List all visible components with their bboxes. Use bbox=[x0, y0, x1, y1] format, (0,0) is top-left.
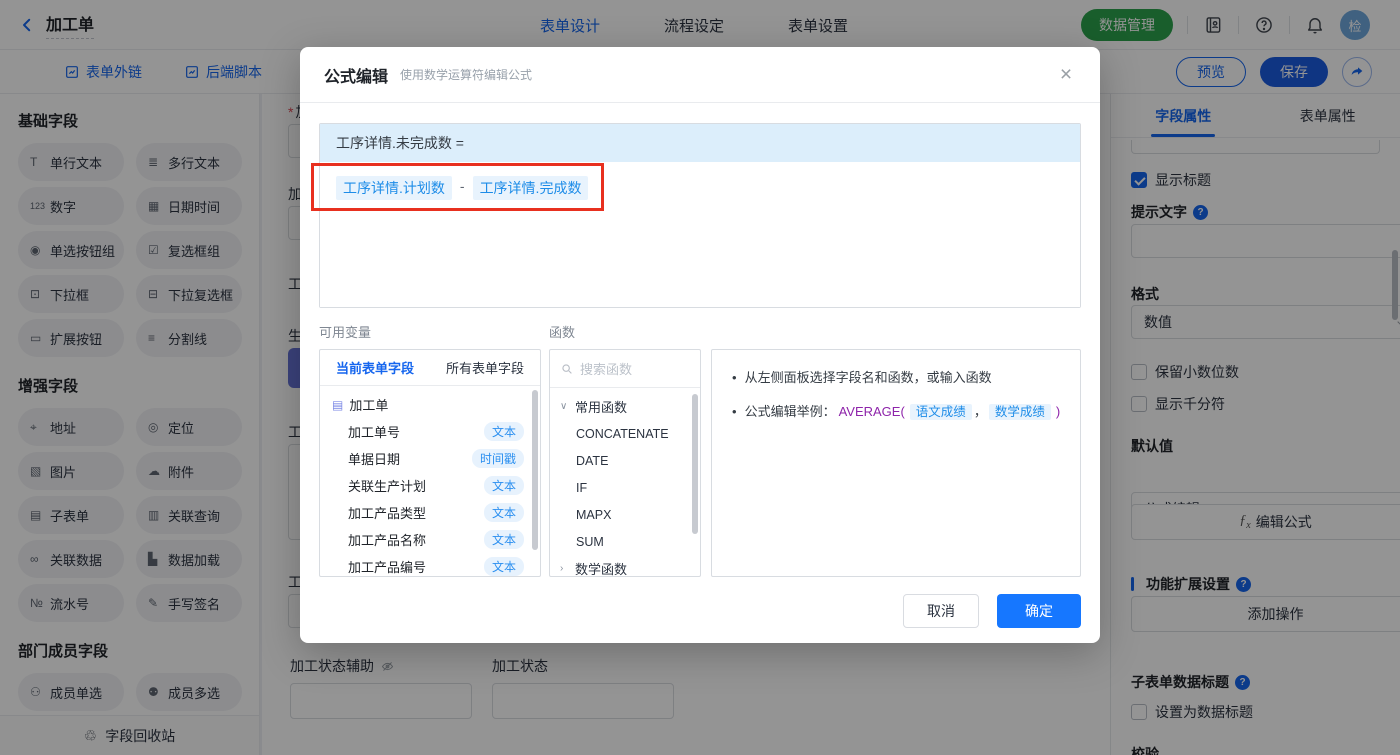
modal-subtitle: 使用数学运算符编辑公式 bbox=[400, 68, 533, 82]
variable-row[interactable]: 加工产品名称 文本 bbox=[320, 526, 540, 553]
formula-input-area[interactable]: 工序详情.计划数 - 工序详情.完成数 bbox=[320, 162, 1080, 307]
formula-editor: 工序详情.未完成数 = 工序详情.计划数 - 工序详情.完成数 bbox=[311, 123, 1081, 308]
page: 加工单 表单设计 流程设定 表单设置 数据管理 检 表单外链 后端脚本 预览 保… bbox=[0, 0, 1400, 755]
function-item[interactable]: CONCATENATE bbox=[550, 420, 700, 447]
form-doc-icon: ▤ bbox=[332, 397, 344, 412]
help-line-2: 公式编辑举例：AVERAGE(语文成绩，数学成绩) bbox=[728, 402, 1064, 422]
formula-field-token[interactable]: 工序详情.计划数 bbox=[336, 176, 452, 200]
variables-root-node[interactable]: ▤ 加工单 bbox=[320, 391, 540, 418]
functions-panel: 搜索函数 ∨ 常用函数 CONCATENATEDATEIFMAPXSUM bbox=[549, 349, 701, 577]
formula-help-panel: 从左侧面板选择字段名和函数，或输入函数 公式编辑举例：AVERAGE(语文成绩，… bbox=[711, 349, 1081, 577]
chevron-icon: › bbox=[560, 563, 564, 574]
formula-operator: - bbox=[459, 178, 465, 194]
search-icon bbox=[562, 363, 572, 374]
function-item[interactable]: SUM bbox=[550, 528, 700, 555]
formula-field-token[interactable]: 工序详情.完成数 bbox=[472, 176, 589, 200]
variables-panel: 当前表单字段 所有表单字段 ▤ 加工单 加工单号 文本 单据日期 时间戳 关联生… bbox=[319, 349, 541, 577]
functions-scrollbar[interactable] bbox=[692, 394, 698, 534]
variables-scrollbar[interactable] bbox=[532, 390, 538, 550]
field-type-badge: 文本 bbox=[483, 476, 524, 495]
modal-title: 公式编辑 bbox=[324, 68, 389, 86]
cancel-button[interactable]: 取消 bbox=[903, 594, 979, 628]
formula-target: 工序详情.未完成数 = bbox=[320, 124, 1080, 162]
variable-row[interactable]: 加工产品编号 文本 bbox=[320, 553, 540, 576]
function-search-input[interactable]: 搜索函数 bbox=[550, 350, 700, 388]
function-group[interactable]: › 数学函数 bbox=[550, 555, 700, 576]
field-type-badge: 文本 bbox=[483, 422, 524, 441]
function-item[interactable]: IF bbox=[550, 474, 700, 501]
variables-label: 可用变量 bbox=[319, 325, 372, 340]
tab-current-form-fields[interactable]: 当前表单字段 bbox=[320, 350, 430, 385]
variable-row[interactable]: 加工单号 文本 bbox=[320, 418, 540, 445]
formula-edit-modal: 公式编辑 使用数学运算符编辑公式 工序详情.未完成数 = 工序详情.计划数-工序… bbox=[300, 47, 1100, 643]
function-item[interactable]: DATE bbox=[550, 447, 700, 474]
tab-all-form-fields[interactable]: 所有表单字段 bbox=[430, 350, 540, 385]
variable-row[interactable]: 加工产品类型 文本 bbox=[320, 499, 540, 526]
field-type-badge: 文本 bbox=[483, 530, 524, 549]
field-type-badge: 时间戳 bbox=[471, 449, 524, 468]
variable-row[interactable]: 单据日期 时间戳 bbox=[320, 445, 540, 472]
function-item[interactable]: MAPX bbox=[550, 501, 700, 528]
example-field-chip: 数学成绩 bbox=[988, 404, 1051, 420]
function-group[interactable]: ∨ 常用函数 bbox=[550, 393, 700, 420]
search-placeholder: 搜索函数 bbox=[580, 362, 633, 377]
variable-row[interactable]: 关联生产计划 文本 bbox=[320, 472, 540, 499]
help-line-1: 从左侧面板选择字段名和函数，或输入函数 bbox=[728, 368, 1064, 388]
confirm-button[interactable]: 确定 bbox=[997, 594, 1081, 628]
field-type-badge: 文本 bbox=[483, 503, 524, 522]
example-field-chip: 语文成绩 bbox=[909, 404, 972, 420]
functions-label: 函数 bbox=[549, 325, 576, 340]
field-type-badge: 文本 bbox=[483, 557, 524, 576]
close-icon[interactable] bbox=[1054, 63, 1078, 87]
chevron-icon: ∨ bbox=[560, 401, 568, 412]
function-name-text: AVERAGE( bbox=[838, 404, 905, 419]
